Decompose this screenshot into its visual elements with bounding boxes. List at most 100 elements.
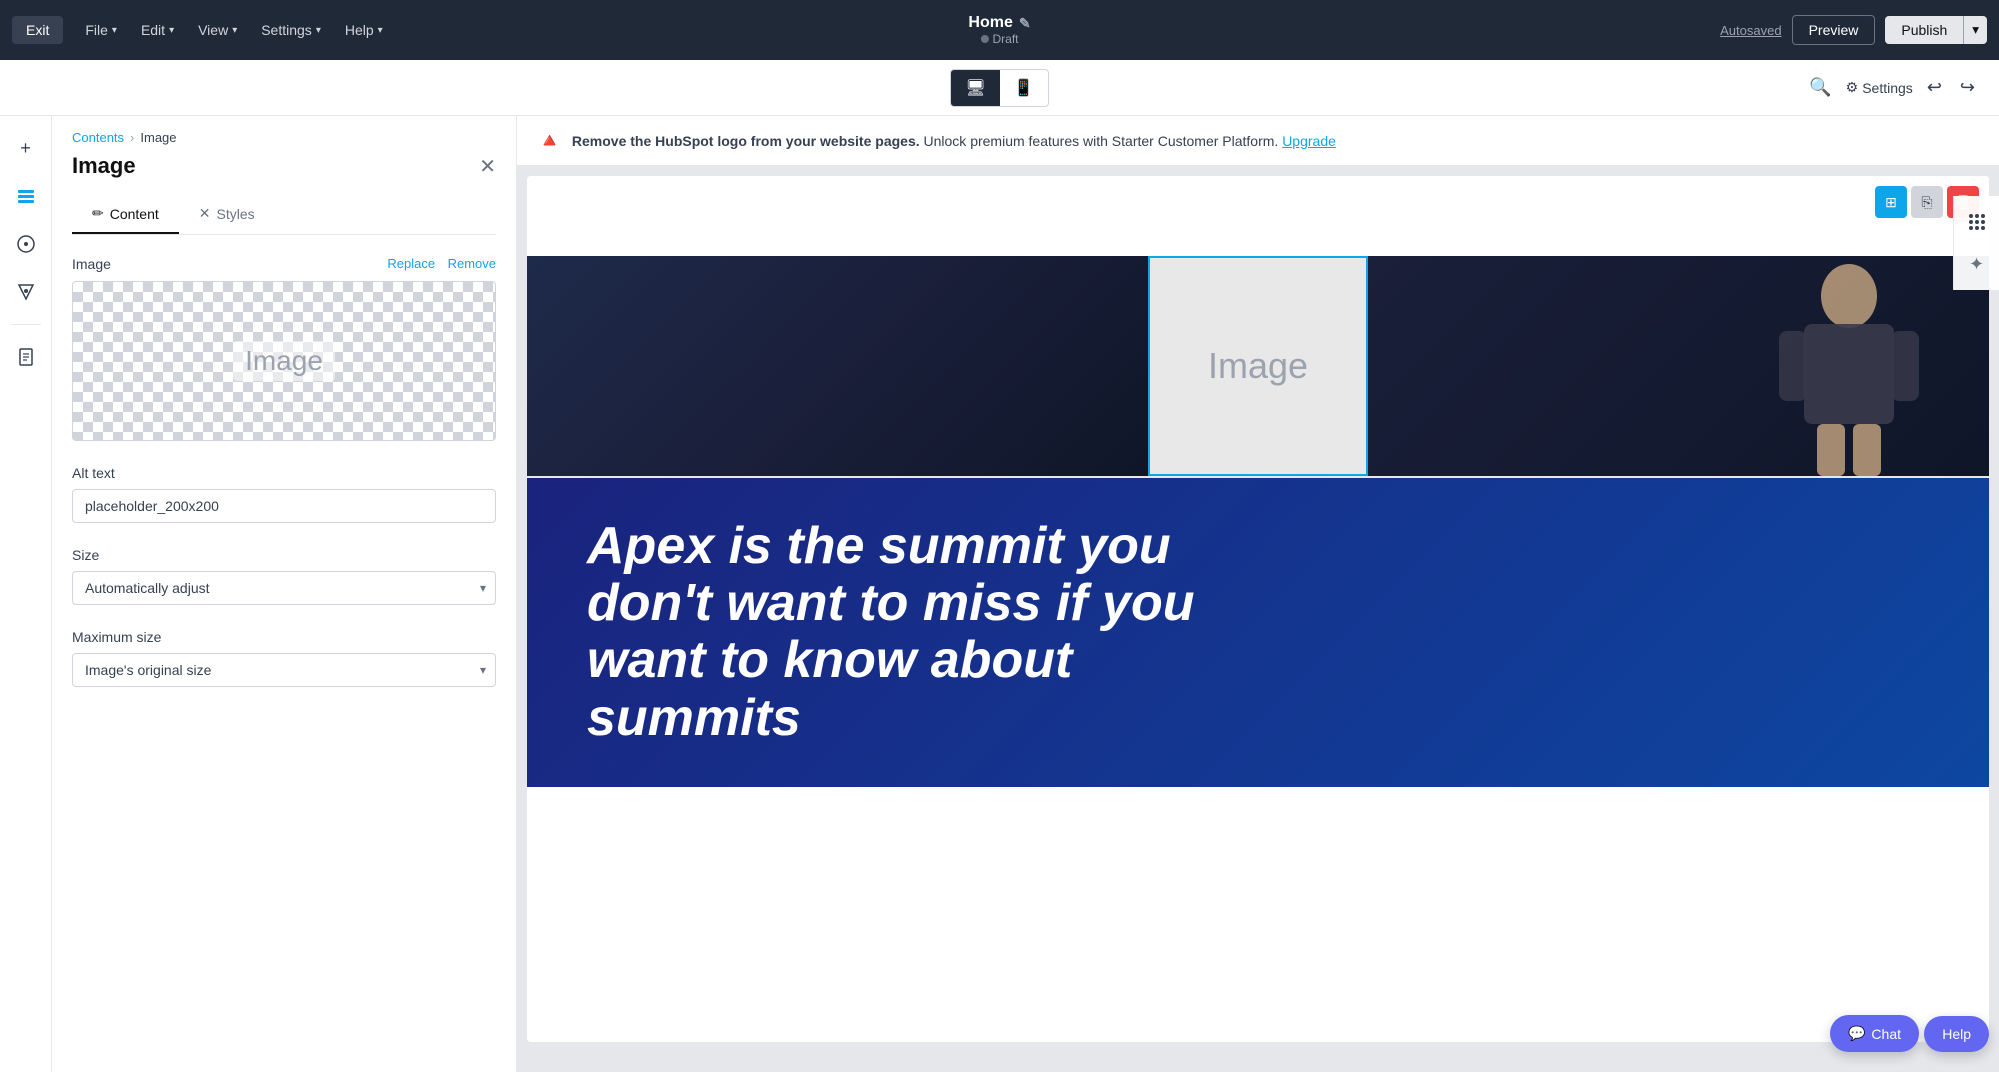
panel-close-button[interactable]: ✕ (479, 154, 496, 179)
breadcrumb-separator: › (130, 130, 134, 145)
pencil-icon: ✏ (92, 205, 104, 222)
settings-button[interactable]: ⚙ Settings (1846, 79, 1913, 96)
secondary-toolbar: 🖥 📱 🔍 ⚙ Settings ↩ ↪ (0, 60, 1999, 116)
banner-bold-text: Remove the HubSpot logo from your websit… (572, 133, 920, 149)
hero-heading: Apex is the summit you don't want to mis… (587, 518, 1287, 747)
image-panel: Contents › Image Image ✕ ✏ Content ✕ Sty… (52, 116, 517, 1072)
publish-dropdown-button[interactable]: ▾ (1963, 16, 1987, 44)
preview-image-box[interactable]: Image (1148, 256, 1368, 476)
undo-button[interactable]: ↩ (1923, 73, 1946, 102)
panel-tabs: ✏ Content ✕ Styles (72, 195, 496, 235)
right-float-panel: ✦ (1953, 196, 1999, 290)
upgrade-banner: 🔺 Remove the HubSpot logo from your webs… (517, 116, 1999, 166)
nav-icon (16, 234, 36, 254)
preview-copy-button[interactable]: ⎘ (1911, 186, 1943, 218)
remove-link[interactable]: Remove (448, 256, 496, 271)
size-select-wrapper: Automatically adjust Custom Full width ▾ (72, 571, 496, 605)
add-element-button[interactable]: + (6, 128, 46, 168)
image-placeholder-text: Image (233, 341, 335, 381)
chat-button[interactable]: 💬 Chat (1830, 1015, 1919, 1052)
publish-group: Publish ▾ (1885, 16, 1987, 44)
gear-icon: ⚙ (1846, 79, 1859, 96)
layers-button[interactable] (6, 176, 46, 216)
pages-icon (16, 347, 36, 367)
preview-dark-right (1368, 256, 1989, 476)
sparkle-icon: ✦ (1969, 254, 1984, 275)
upgrade-icon: 🔺 (537, 128, 562, 153)
copy-icon: ⎘ (1921, 194, 1932, 211)
preview-hero-section: Apex is the summit you don't want to mis… (527, 478, 1989, 787)
upgrade-link[interactable]: Upgrade (1282, 133, 1336, 149)
replace-link[interactable]: Replace (387, 256, 435, 271)
panel-body: Image Replace Remove Image Alt text (52, 235, 516, 731)
tab-content[interactable]: ✏ Content (72, 195, 179, 234)
close-icon: ✕ (479, 156, 496, 178)
preview-edit-button[interactable]: ⊞ (1875, 186, 1907, 218)
person-figure (1749, 256, 1949, 476)
assets-button[interactable] (6, 272, 46, 312)
search-button[interactable]: 🔍 (1805, 73, 1835, 102)
publish-button[interactable]: Publish (1885, 16, 1963, 44)
styles-icon: ✕ (199, 205, 211, 222)
size-field-section: Size Automatically adjust Custom Full wi… (72, 547, 496, 605)
alt-text-input[interactable] (72, 489, 496, 523)
exit-button[interactable]: Exit (12, 16, 63, 44)
page-title: Home (968, 14, 1012, 32)
page-status: Draft (992, 32, 1018, 46)
breadcrumb-contents-link[interactable]: Contents (72, 130, 124, 145)
top-navigation: Exit File ▾ Edit ▾ View ▾ Settings ▾ Hel… (0, 0, 1999, 60)
sparkle-button[interactable]: ✦ (1959, 246, 1995, 282)
page-title-center: Home ✎ Draft (968, 14, 1030, 46)
alt-text-field-section: Alt text (72, 465, 496, 523)
desktop-view-button[interactable]: 🖥 (951, 70, 999, 106)
desktop-icon: 🖥 (965, 80, 985, 97)
pages-button[interactable] (6, 337, 46, 377)
mobile-view-button[interactable]: 📱 (1000, 70, 1048, 106)
help-menu[interactable]: Help ▾ (335, 16, 393, 44)
view-menu[interactable]: View ▾ (188, 16, 247, 44)
edit-title-icon[interactable]: ✎ (1019, 15, 1031, 32)
panel-header: Image ✕ (52, 145, 516, 195)
image-field-section: Image Replace Remove Image (72, 255, 496, 441)
size-label: Size (72, 547, 496, 563)
grid-icon: ⊞ (1885, 194, 1897, 211)
layers-icon (16, 186, 36, 206)
preview-image-section: Image (527, 256, 1989, 476)
chat-bubble-icon: 💬 (1848, 1025, 1865, 1042)
mobile-icon: 📱 (1014, 80, 1034, 97)
size-select[interactable]: Automatically adjust Custom Full width (72, 571, 496, 605)
max-size-select[interactable]: Image's original size Small Medium Large (72, 653, 496, 687)
nav-button[interactable] (6, 224, 46, 264)
image-actions: Replace Remove (387, 255, 496, 273)
device-toggle: 🖥 📱 (950, 69, 1048, 107)
file-menu[interactable]: File ▾ (75, 16, 127, 44)
undo-icon: ↩ (1927, 77, 1942, 97)
assets-icon (16, 282, 36, 302)
settings-menu[interactable]: Settings ▾ (251, 16, 331, 44)
preview-image-placeholder-text: Image (1208, 345, 1308, 387)
preview-top-bar: ≡ ⊞ ⎘ 🗑 (527, 176, 1989, 256)
breadcrumb-current: Image (140, 130, 176, 145)
help-button[interactable]: Help (1924, 1016, 1989, 1052)
redo-icon: ↪ (1960, 77, 1975, 97)
max-size-field-section: Maximum size Image's original size Small… (72, 629, 496, 687)
autosaved-label[interactable]: Autosaved (1720, 23, 1781, 38)
breadcrumb: Contents › Image (52, 116, 516, 145)
nav-right-actions: Autosaved Preview Publish ▾ (1720, 15, 1987, 45)
sidebar-icons: + (0, 116, 52, 1072)
edit-menu[interactable]: Edit ▾ (131, 16, 184, 44)
preview-button[interactable]: Preview (1792, 15, 1876, 45)
dots-grid-icon (1969, 214, 1985, 230)
preview-dark-left (527, 256, 1148, 476)
max-size-select-wrapper: Image's original size Small Medium Large… (72, 653, 496, 687)
image-field-label: Image (72, 256, 111, 272)
image-label-row: Image Replace Remove (72, 255, 496, 273)
tab-styles[interactable]: ✕ Styles (179, 195, 275, 234)
draft-dot (980, 35, 988, 43)
max-size-label: Maximum size (72, 629, 496, 645)
redo-button[interactable]: ↪ (1956, 73, 1979, 102)
toolbar-right-actions: 🔍 ⚙ Settings ↩ ↪ (1805, 73, 1979, 102)
grid-dots-button[interactable] (1959, 204, 1995, 240)
image-placeholder[interactable]: Image (72, 281, 496, 441)
search-icon: 🔍 (1809, 77, 1831, 97)
